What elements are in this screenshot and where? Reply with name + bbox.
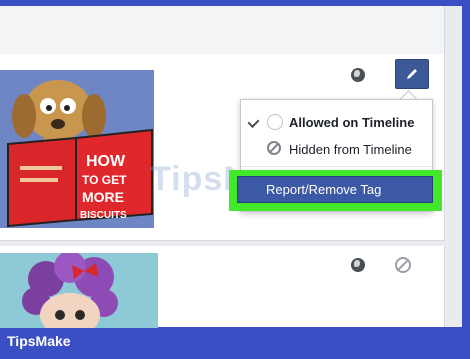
hidden-status-icon[interactable]: [395, 257, 411, 273]
dog-reading-illustration: HOW TO GET MORE BISCUITS: [0, 70, 154, 228]
report-remove-tag-button[interactable]: Report/Remove Tag: [237, 176, 433, 203]
hidden-icon: [267, 141, 281, 155]
audience-globe-icon-2[interactable]: [351, 258, 365, 272]
brand-label: TipsMake: [7, 333, 71, 349]
doll-illustration: [0, 253, 158, 328]
report-remove-tag-label: Report/Remove Tag: [266, 182, 382, 197]
panel-header: [0, 6, 445, 55]
menu-divider: [241, 166, 432, 167]
book-title-line-1: HOW: [86, 153, 126, 170]
allowed-label: Allowed on Timeline: [289, 115, 415, 130]
pencil-icon: [407, 69, 417, 79]
edit-tag-button[interactable]: [395, 59, 429, 89]
audience-globe-icon[interactable]: [351, 68, 365, 82]
post-image-dog-book[interactable]: HOW TO GET MORE BISCUITS: [0, 70, 154, 228]
book-title-line-2: TO GET: [82, 173, 127, 187]
menu-item-hidden[interactable]: Hidden from Timeline: [241, 136, 432, 162]
tutorial-frame: HOW TO GET MORE BISCUITS TipsMake: [0, 0, 470, 359]
post-image-doll[interactable]: [0, 253, 158, 328]
book-title-line-4: BISCUITS: [80, 210, 127, 221]
checkmark-icon: [247, 115, 260, 129]
hidden-label: Hidden from Timeline: [289, 142, 412, 157]
menu-item-allowed[interactable]: Allowed on Timeline: [241, 109, 432, 135]
radio-icon: [267, 114, 283, 130]
book-title-line-3: MORE: [82, 189, 124, 205]
